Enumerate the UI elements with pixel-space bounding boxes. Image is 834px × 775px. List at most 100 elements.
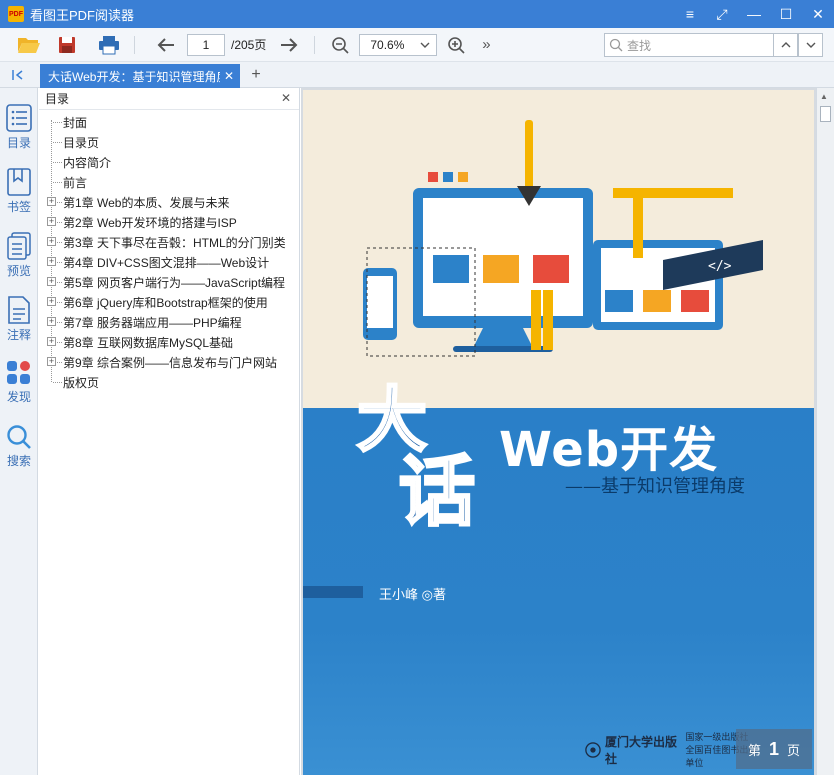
menu-button[interactable]: ≡ <box>674 0 706 28</box>
toc-tree-connector <box>53 122 62 123</box>
title-bar: PDF 看图王PDF阅读器 ≡ ⤢ — ☐ ✕ <box>0 0 834 28</box>
rail-item-discover[interactable]: 发现 <box>0 360 38 420</box>
folder-icon <box>18 37 40 53</box>
rail-item-annotations[interactable]: 注释 <box>0 296 38 356</box>
open-file-button[interactable] <box>14 30 44 60</box>
tab-bar: 大话Web开发：基于知识管理角度 ✕ + <box>0 62 834 88</box>
chevron-down-icon <box>806 42 815 48</box>
toc-item[interactable]: + 第8章 互联网数据库MySQL基础 <box>39 332 299 352</box>
zoom-in-button[interactable] <box>441 30 471 60</box>
expand-toggle-icon[interactable]: + <box>47 357 56 366</box>
search-icon <box>7 425 31 449</box>
arrow-left-icon <box>157 37 174 52</box>
toc-list: 封面 目录页内容简介前言 + 第1章 Web的本质、发展与未来 + 第2章 Web开发环境… <box>39 110 299 392</box>
toc-item-label: 第4章 DIV+CSS图文混排——Web设计 <box>63 255 270 270</box>
print-button[interactable] <box>94 30 124 60</box>
toolbar: 1 /205页 70.6% » 查找 <box>0 28 834 62</box>
toc-item-label: 第9章 综合案例——信息发布与门户网站 <box>63 355 278 370</box>
toc-item-label: 第2章 Web开发环境的搭建与ISP <box>63 215 237 230</box>
tab-label: 大话Web开发：基于知识管理角度 <box>48 69 220 84</box>
search-placeholder: 查找 <box>627 38 652 53</box>
document-viewer[interactable]: </> 大 话 Web开发 ——基于知识管理角度 王小峰 ◎著 厦门大学出版社 … <box>301 88 834 775</box>
toc-item-label: 第1章 Web的本质、发展与未来 <box>63 195 230 210</box>
rail-item-toc[interactable]: 目录 <box>0 104 38 164</box>
toc-item[interactable]: + 第2章 Web开发环境的搭建与ISP <box>39 212 299 232</box>
vertical-scrollbar[interactable]: ▲ <box>816 88 834 775</box>
zoom-out-button[interactable] <box>325 30 355 60</box>
new-tab-button[interactable]: + <box>246 65 266 85</box>
search-input[interactable]: 查找 <box>604 33 774 57</box>
close-window-button[interactable]: ✕ <box>802 0 834 28</box>
bookmark-icon <box>7 168 31 196</box>
rail-label: 书签 <box>6 200 31 214</box>
toc-item-label: 版权页 <box>63 375 100 390</box>
toc-item[interactable]: + 第7章 服务器端应用——PHP编程 <box>39 312 299 332</box>
next-page-button[interactable] <box>274 30 304 60</box>
toc-item[interactable]: + 第3章 天下事尽在吾毂：HTML的分门别类 <box>39 232 299 252</box>
rail-item-bookmarks[interactable]: 书签 <box>0 168 38 228</box>
save-button[interactable] <box>52 30 82 60</box>
preview-icon <box>7 232 31 260</box>
zoom-out-icon <box>332 36 349 54</box>
publisher-emblem-icon <box>585 741 601 758</box>
code-tag: </> <box>708 259 732 274</box>
rail-item-search[interactable]: 搜索 <box>0 424 38 484</box>
page-total-label: /205页 <box>231 38 267 52</box>
toc-item-label: 第3章 天下事尽在吾毂：HTML的分门别类 <box>63 235 286 250</box>
discover-icon <box>7 361 30 384</box>
maximize-button[interactable]: ☐ <box>770 0 802 28</box>
fullscreen-button[interactable]: ⤢ <box>706 0 738 28</box>
expand-toggle-icon[interactable]: + <box>47 317 56 326</box>
toc-item-label: 第5章 网页客户端行为——JavaScript编程 <box>63 275 286 290</box>
toc-item[interactable]: 前言 <box>39 172 299 192</box>
expand-toggle-icon[interactable]: + <box>47 297 56 306</box>
chevron-down-icon <box>420 42 430 48</box>
expand-toggle-icon[interactable]: + <box>47 277 56 286</box>
list-icon <box>6 104 32 132</box>
toc-item[interactable]: + 第5章 网页客户端行为——JavaScript编程 <box>39 272 299 292</box>
toc-item-label: 第7章 服务器端应用——PHP编程 <box>63 315 242 330</box>
tab-document[interactable]: 大话Web开发：基于知识管理角度 ✕ <box>40 64 240 88</box>
page-badge-number: 1 <box>768 738 779 759</box>
collapse-left-icon <box>12 70 23 80</box>
collapse-sidebar-button[interactable] <box>6 66 30 84</box>
rail-item-preview[interactable]: 预览 <box>0 232 38 292</box>
app-logo-icon: PDF <box>8 6 24 22</box>
tab-close-button[interactable]: ✕ <box>224 69 234 83</box>
toc-item[interactable]: 版权页 <box>39 372 299 392</box>
toc-item[interactable]: 内容简介 <box>39 152 299 172</box>
toc-item-label: 内容简介 <box>63 155 112 170</box>
expand-toggle-icon[interactable]: + <box>47 337 56 346</box>
prev-page-button[interactable] <box>151 30 181 60</box>
expand-toggle-icon[interactable]: + <box>47 197 56 206</box>
toc-close-button[interactable]: ✕ <box>281 91 291 105</box>
toc-item[interactable]: + 第6章 jQuery库和Bootstrap框架的使用 <box>39 292 299 312</box>
expand-toggle-icon[interactable]: + <box>47 257 56 266</box>
scroll-thumb[interactable] <box>820 106 831 122</box>
zoom-in-icon <box>448 36 465 54</box>
search-prev-button[interactable] <box>773 33 798 57</box>
minimize-button[interactable]: — <box>738 0 770 28</box>
toc-item[interactable]: + 第9章 综合案例——信息发布与门户网站 <box>39 352 299 372</box>
rail-label: 预览 <box>6 264 31 278</box>
scroll-up-arrow-icon[interactable]: ▲ <box>820 92 828 101</box>
toc-tree-connector <box>53 142 62 143</box>
annotation-icon <box>8 296 30 324</box>
toolbar-divider <box>314 35 316 54</box>
expand-toggle-icon[interactable]: + <box>47 237 56 246</box>
search-next-button[interactable] <box>798 33 823 57</box>
toc-item[interactable]: + 第1章 Web的本质、发展与未来 <box>39 192 299 212</box>
toc-item-label: 前言 <box>63 175 88 190</box>
expand-toggle-icon[interactable]: + <box>47 217 56 226</box>
page-badge-prefix: 第 <box>747 742 761 758</box>
pdf-page: </> 大 话 Web开发 ——基于知识管理角度 王小峰 ◎著 厦门大学出版社 … <box>303 90 814 775</box>
toc-title: 目录 <box>45 92 70 106</box>
chevron-up-icon <box>781 42 790 48</box>
toc-item[interactable]: + 第4章 DIV+CSS图文混排——Web设计 <box>39 252 299 272</box>
toc-item[interactable]: 目录页 <box>39 132 299 152</box>
toc-item[interactable]: 封面 <box>39 112 299 132</box>
more-tools-button[interactable]: » <box>471 30 501 60</box>
zoom-select[interactable]: 70.6% <box>359 33 438 56</box>
page-number-input[interactable]: 1 <box>187 33 225 56</box>
side-rail: 目录 书签 预览 注释 发现 搜索 <box>0 88 38 775</box>
